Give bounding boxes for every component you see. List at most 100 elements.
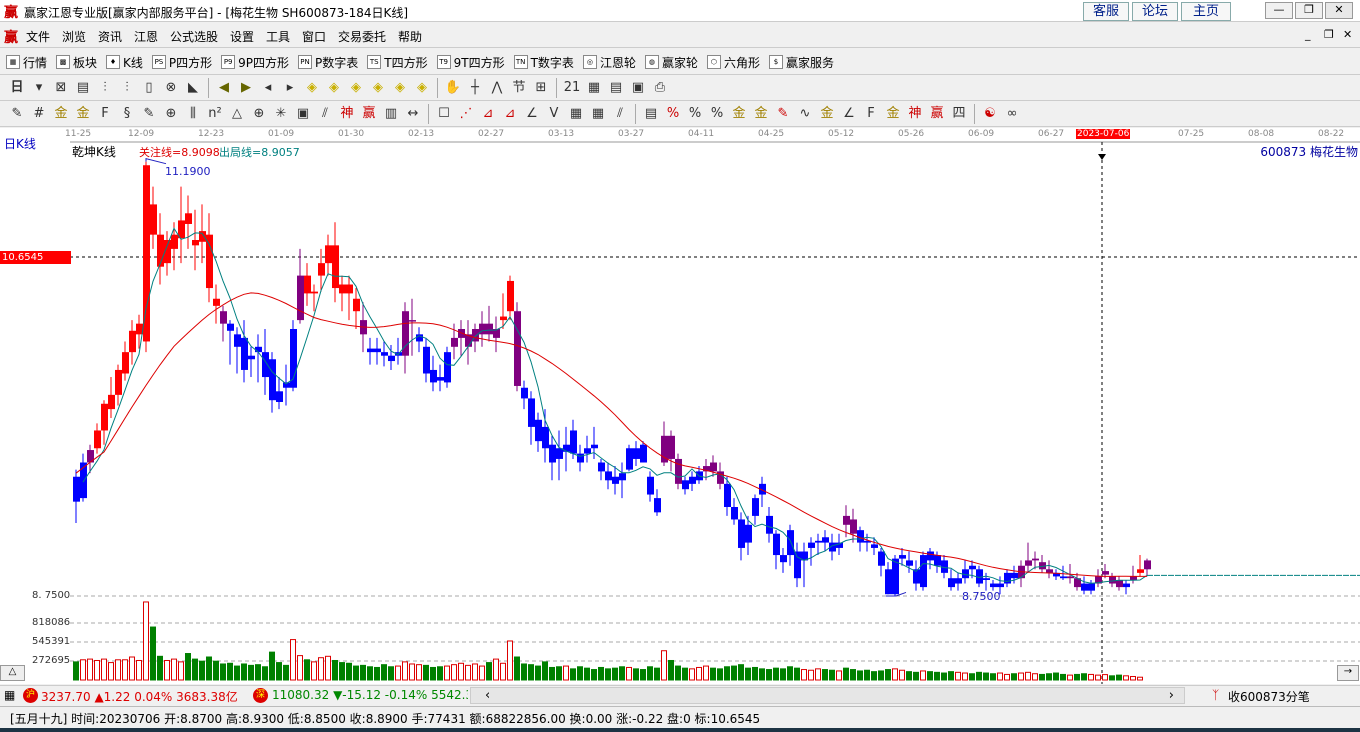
- horizontal-scrollbar[interactable]: ‹ ›: [470, 687, 1185, 704]
- chinese-icon[interactable]: ⊞: [530, 78, 552, 98]
- menu-window[interactable]: 窗口: [302, 28, 326, 45]
- v-icon[interactable]: V: [543, 104, 565, 124]
- triangle-icon[interactable]: △: [226, 104, 248, 124]
- bars-icon[interactable]: ⫼: [182, 104, 204, 124]
- box-icon[interactable]: ☐: [433, 104, 455, 124]
- home-button[interactable]: 主页: [1181, 2, 1231, 21]
- menu-tools[interactable]: 工具: [266, 28, 290, 45]
- menu-info[interactable]: 资讯: [98, 28, 122, 45]
- toolbar-blocks[interactable]: ▩ 板块: [56, 54, 97, 71]
- shanghai-index[interactable]: 3237.70 ▲1.22 0.04% 3683.38亿: [41, 688, 238, 705]
- angle-icon[interactable]: ∠: [521, 104, 543, 124]
- menu-help[interactable]: 帮助: [398, 28, 422, 45]
- mdi-minimize-button[interactable]: _: [1305, 28, 1311, 41]
- fan3-icon[interactable]: ⊿: [499, 104, 521, 124]
- shen-icon[interactable]: 神: [904, 104, 926, 124]
- infinity-icon[interactable]: ∞: [1001, 104, 1023, 124]
- percent-line-icon[interactable]: %: [706, 104, 728, 124]
- gold-box-icon[interactable]: 金: [816, 104, 838, 124]
- gold-circle-icon[interactable]: 金: [728, 104, 750, 124]
- toolbar-ts[interactable]: TS T四方形: [367, 54, 428, 71]
- target2-icon[interactable]: ⊕: [248, 104, 270, 124]
- first-icon[interactable]: ◀: [213, 78, 235, 98]
- line-draw-icon[interactable]: ⋀: [486, 78, 508, 98]
- toolbar-tn[interactable]: TN T数字表: [513, 54, 574, 71]
- gold-lines-icon[interactable]: 金: [750, 104, 772, 124]
- restore-button[interactable]: ❐: [1295, 2, 1323, 19]
- toolbar-dollar[interactable]: $ 赢家服务: [768, 54, 834, 71]
- toolbar-target[interactable]: ◎ 江恩轮: [582, 54, 636, 71]
- yellow-left-icon[interactable]: ◈: [301, 78, 323, 98]
- dropdown-arrow-icon[interactable]: ▾: [28, 78, 50, 98]
- arrows-h-icon[interactable]: ↔: [402, 104, 424, 124]
- table-icon[interactable]: ▤: [640, 104, 662, 124]
- wave-icon[interactable]: ∿: [794, 104, 816, 124]
- left-icon[interactable]: ◂: [257, 78, 279, 98]
- bars9-icon[interactable]: ⫶: [116, 78, 138, 98]
- right-icon[interactable]: ▸: [279, 78, 301, 98]
- menu-settings[interactable]: 设置: [230, 28, 254, 45]
- network-icon[interactable]: ⊠: [50, 78, 72, 98]
- percent-icon[interactable]: %: [684, 104, 706, 124]
- grid-icon[interactable]: ▦: [4, 688, 15, 702]
- calculator-icon[interactable]: ▦: [583, 78, 605, 98]
- color-chart-icon[interactable]: ◣: [182, 78, 204, 98]
- parallel-icon[interactable]: ⫽: [609, 104, 631, 124]
- gold1-icon[interactable]: 金: [50, 104, 72, 124]
- yellow-right-icon[interactable]: ◈: [323, 78, 345, 98]
- scroll-left-arrow[interactable]: ‹: [485, 688, 490, 703]
- expand-up-button[interactable]: △: [0, 665, 25, 681]
- lines-icon[interactable]: ⫽: [314, 104, 336, 124]
- bars3-icon[interactable]: ⫶: [94, 78, 116, 98]
- expand-h-icon[interactable]: ◈: [345, 78, 367, 98]
- kline-chart[interactable]: 日K线 乾坤K线 关注线=8.9098 出局线=8.9057 600873 梅花…: [0, 128, 1360, 684]
- period-select[interactable]: 日: [6, 78, 28, 98]
- pattern-icon[interactable]: ⊗: [160, 78, 182, 98]
- yinyang-icon[interactable]: ☯: [979, 104, 1001, 124]
- clipboard-icon[interactable]: ▤: [72, 78, 94, 98]
- scroll-right-button[interactable]: →: [1337, 665, 1359, 681]
- close-button[interactable]: ✕: [1325, 2, 1353, 19]
- menu-gann[interactable]: 江恩: [134, 28, 158, 45]
- star-icon[interactable]: ✳: [270, 104, 292, 124]
- circle-grid-icon[interactable]: ⊕: [160, 104, 182, 124]
- print-icon[interactable]: ⎙: [649, 78, 671, 98]
- candle-select-icon[interactable]: ▯: [138, 78, 160, 98]
- node-icon[interactable]: 节: [508, 78, 530, 98]
- gold-angle-icon[interactable]: 金: [882, 104, 904, 124]
- angle2-icon[interactable]: ∠: [838, 104, 860, 124]
- shrink-h-icon[interactable]: ◈: [367, 78, 389, 98]
- hand-icon[interactable]: ✋: [442, 78, 464, 98]
- f-angle-icon[interactable]: F: [860, 104, 882, 124]
- shrink-v-icon[interactable]: ◈: [389, 78, 411, 98]
- expand-v-icon[interactable]: ◈: [411, 78, 433, 98]
- pen-icon[interactable]: ✎: [6, 104, 28, 124]
- pen2-icon[interactable]: ✎: [138, 104, 160, 124]
- grid2-icon[interactable]: ▦: [565, 104, 587, 124]
- menu-trade[interactable]: 交易委托: [338, 28, 386, 45]
- menu-browse[interactable]: 浏览: [62, 28, 86, 45]
- menu-formula[interactable]: 公式选股: [170, 28, 218, 45]
- scroll-right-arrow[interactable]: ›: [1169, 688, 1174, 703]
- ruler-icon[interactable]: ▥: [380, 104, 402, 124]
- kun-icon[interactable]: 神: [336, 104, 358, 124]
- tick-detail-link[interactable]: 收600873分笔: [1228, 688, 1310, 705]
- si-angle-icon[interactable]: 四: [948, 104, 970, 124]
- n2-icon[interactable]: n²: [204, 104, 226, 124]
- shenzhen-index[interactable]: 11080.32 ▼-15.12 -0.14% 5542.38: [272, 688, 468, 702]
- last-icon[interactable]: ▶: [235, 78, 257, 98]
- gold2-icon[interactable]: 金: [72, 104, 94, 124]
- menu-file[interactable]: 文件: [26, 28, 50, 45]
- mdi-close-button[interactable]: ✕: [1343, 28, 1352, 41]
- minimize-button[interactable]: —: [1265, 2, 1293, 19]
- grid3-icon[interactable]: ▦: [587, 104, 609, 124]
- toolbar-candles[interactable]: ♦ K线: [106, 54, 143, 71]
- save-icon[interactable]: ▣: [627, 78, 649, 98]
- percent-red-icon[interactable]: %: [662, 104, 684, 124]
- fan-icon[interactable]: ⋰: [455, 104, 477, 124]
- spiral-icon[interactable]: §: [116, 104, 138, 124]
- ying-icon[interactable]: 赢: [358, 104, 380, 124]
- toolbar-hexagon[interactable]: ⬡ 六角形: [706, 54, 760, 71]
- toolbar-wheel[interactable]: ◍ 赢家轮: [644, 54, 698, 71]
- ying-angle-icon[interactable]: 赢: [926, 104, 948, 124]
